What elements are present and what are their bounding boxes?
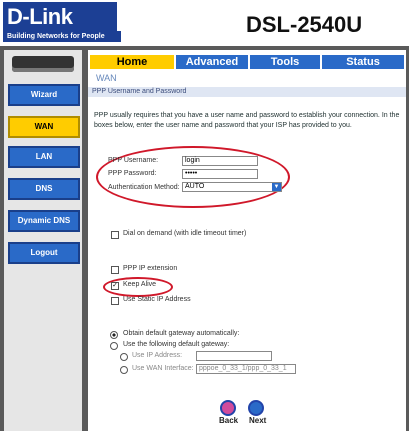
ppp-username-label: PPP Username: xyxy=(108,157,159,164)
use-gateway-radio[interactable] xyxy=(110,342,118,350)
next-button-label[interactable]: Next xyxy=(249,416,266,425)
sidebar-item-logout[interactable]: Logout xyxy=(8,242,80,264)
sidebar xyxy=(4,50,82,431)
auth-method-label: Authentication Method: xyxy=(108,184,180,191)
dlink-tagline: Building Networks for People xyxy=(3,31,121,42)
router-image-icon xyxy=(12,56,74,72)
next-arrow-icon[interactable] xyxy=(248,400,264,416)
section-header: PPP Username and Password xyxy=(88,87,406,97)
page-title: WAN xyxy=(96,73,117,83)
obtain-gateway-label: Obtain default gateway automatically: xyxy=(123,330,240,337)
tab-advanced[interactable]: Advanced xyxy=(176,55,248,69)
ppp-ip-extension-checkbox[interactable] xyxy=(111,266,119,274)
chevron-down-icon[interactable]: ▼ xyxy=(272,183,281,191)
use-ip-field[interactable] xyxy=(196,351,272,361)
sidebar-item-lan[interactable]: LAN xyxy=(8,146,80,168)
ppp-ip-extension-label: PPP IP extension xyxy=(123,265,178,272)
dlink-logo: D-Link xyxy=(3,2,117,32)
wan-interface-value: pppoe_0_33_1/ppp_0_33_1 xyxy=(199,365,287,372)
tab-tools[interactable]: Tools xyxy=(250,55,320,69)
obtain-gateway-radio[interactable] xyxy=(110,331,118,339)
use-wan-label: Use WAN Interface: xyxy=(132,365,194,372)
dial-on-demand-label: Dial on demand (with idle timeout timer) xyxy=(123,230,247,237)
back-button-label[interactable]: Back xyxy=(219,416,238,425)
keep-alive-checkbox[interactable]: ✓ xyxy=(111,282,119,290)
use-ip-radio[interactable] xyxy=(120,353,128,361)
use-static-ip-label: Use Static IP Address xyxy=(123,296,191,303)
ppp-username-field[interactable]: login xyxy=(182,156,258,166)
tab-home[interactable]: Home xyxy=(90,55,174,69)
sidebar-item-dynamic-dns[interactable]: Dynamic DNS xyxy=(8,210,80,232)
ppp-password-label: PPP Password: xyxy=(108,170,157,177)
use-ip-label: Use IP Address: xyxy=(132,352,183,359)
tab-status[interactable]: Status xyxy=(322,55,404,69)
wan-interface-select[interactable]: pppoe_0_33_1/ppp_0_33_1 xyxy=(196,364,296,374)
use-wan-radio[interactable] xyxy=(120,366,128,374)
auth-method-value: AUTO xyxy=(185,183,205,190)
sidebar-item-wan[interactable]: WAN xyxy=(8,116,80,138)
back-arrow-icon[interactable] xyxy=(220,400,236,416)
description-text: PPP usually requires that you have a use… xyxy=(94,112,400,129)
sidebar-item-dns[interactable]: DNS xyxy=(8,178,80,200)
use-static-ip-checkbox[interactable] xyxy=(111,297,119,305)
ppp-password-field[interactable]: ••••• xyxy=(182,169,258,179)
keep-alive-label: Keep Alive xyxy=(123,281,157,288)
sidebar-item-wizard[interactable]: Wizard xyxy=(8,84,80,106)
auth-method-select[interactable]: AUTO xyxy=(182,182,282,192)
dial-on-demand-checkbox[interactable] xyxy=(111,231,119,239)
model-name: DSL-2540U xyxy=(246,12,363,37)
use-gateway-label: Use the following default gateway: xyxy=(123,341,230,348)
